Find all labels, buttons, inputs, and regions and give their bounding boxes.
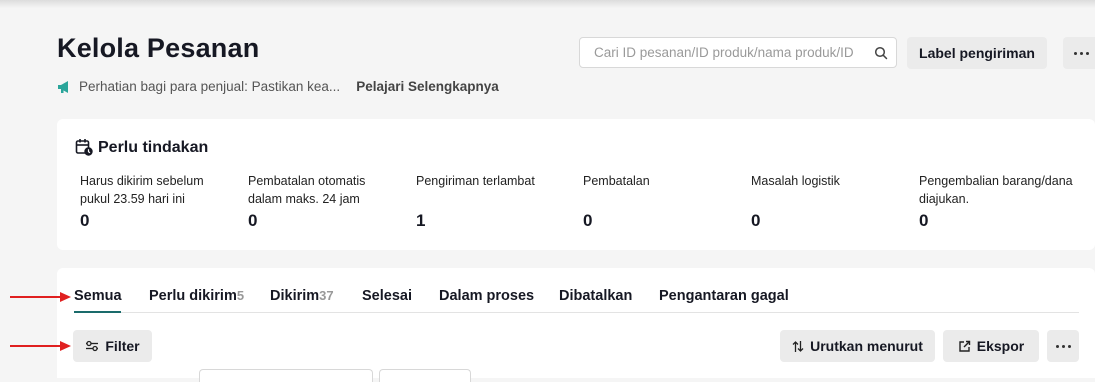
action-required-card: Perlu tindakan Harus dikirim sebelum puk… <box>57 119 1095 250</box>
dropdown-field[interactable] <box>199 369 373 382</box>
order-status-tabs: Semua Perlu dikirim5 Dikirim37 Selesai D… <box>74 288 1079 312</box>
shipping-label-button[interactable]: Label pengiriman <box>907 37 1047 69</box>
stat-ship-today[interactable]: Harus dikirim sebelum pukul 23.59 hari i… <box>80 172 240 230</box>
search-icon[interactable] <box>874 46 888 60</box>
tab-pengantaran-gagal[interactable]: Pengantaran gagal <box>659 288 789 304</box>
more-horizontal-icon <box>1073 51 1089 55</box>
export-label: Ekspor <box>976 338 1025 354</box>
external-link-icon <box>959 340 970 352</box>
export-button[interactable]: Ekspor <box>943 330 1039 362</box>
search-input[interactable] <box>592 44 874 61</box>
page-title: Kelola Pesanan <box>57 33 260 63</box>
stat-returns[interactable]: Pengembalian barang/dana diajukan. 0 <box>919 172 1079 230</box>
dropdown-field[interactable] <box>379 369 471 382</box>
calendar-clock-icon <box>75 139 93 156</box>
sort-label: Urutkan menurut <box>810 338 923 354</box>
stat-value: 1 <box>416 211 426 230</box>
stat-label: Pengiriman terlambat <box>416 174 535 188</box>
stat-value: 0 <box>248 211 258 230</box>
tab-selesai[interactable]: Selesai <box>362 288 412 304</box>
tab-semua[interactable]: Semua <box>74 288 122 304</box>
action-required-title: Perlu tindakan <box>75 138 208 157</box>
active-tab-indicator <box>74 311 121 313</box>
stat-late-shipping[interactable]: Pengiriman terlambat 1 <box>416 172 576 230</box>
annotation-arrow <box>10 341 71 351</box>
filter-button[interactable]: Filter <box>73 330 152 362</box>
sort-arrows-icon <box>792 340 804 352</box>
tab-perlu-dikirim[interactable]: Perlu dikirim5 <box>149 288 244 304</box>
notice-text: Perhatian bagi para penjual: Pastikan ke… <box>79 79 341 94</box>
stat-cancellation[interactable]: Pembatalan 0 <box>583 172 743 230</box>
tab-dalam-proses[interactable]: Dalam proses <box>439 288 534 304</box>
stat-label: Harus dikirim sebelum pukul 23.59 hari i… <box>80 174 204 206</box>
more-horizontal-icon <box>1055 344 1071 348</box>
learn-more-link[interactable]: Pelajari Selengkapnya <box>356 79 499 94</box>
tab-divider <box>74 312 1079 313</box>
stat-logistics-issue[interactable]: Masalah logistik 0 <box>751 172 911 230</box>
filter-sliders-icon <box>86 340 99 352</box>
toolbar-more-button[interactable] <box>1047 330 1079 362</box>
megaphone-icon <box>58 80 68 93</box>
stat-label: Pembatalan <box>583 174 650 188</box>
stat-value: 0 <box>80 211 90 230</box>
seller-notice: Perhatian bagi para penjual: Pastikan ke… <box>57 79 499 94</box>
tab-dibatalkan[interactable]: Dibatalkan <box>559 288 632 304</box>
tab-count: 37 <box>319 288 334 303</box>
orders-panel: Semua Perlu dikirim5 Dikirim37 Selesai D… <box>57 268 1095 382</box>
more-options-button[interactable] <box>1063 37 1095 69</box>
stat-value: 0 <box>583 211 593 230</box>
filter-label: Filter <box>105 338 140 354</box>
stat-auto-cancel[interactable]: Pembatalan otomatis dalam maks. 24 jam 0 <box>248 172 408 230</box>
stat-value: 0 <box>919 211 929 230</box>
stat-label: Masalah logistik <box>751 174 840 188</box>
tab-dikirim[interactable]: Dikirim37 <box>270 288 334 304</box>
annotation-arrow <box>10 292 71 302</box>
tab-count: 5 <box>236 288 245 303</box>
stat-label: Pembatalan otomatis dalam maks. 24 jam <box>248 174 366 206</box>
sort-button[interactable]: Urutkan menurut <box>780 330 935 362</box>
stat-value: 0 <box>751 211 761 230</box>
stat-label: Pengembalian barang/dana diajukan. <box>919 174 1073 206</box>
card-title-text: Perlu tindakan <box>98 138 209 156</box>
order-search[interactable] <box>579 37 897 68</box>
top-shadow <box>0 0 1095 8</box>
